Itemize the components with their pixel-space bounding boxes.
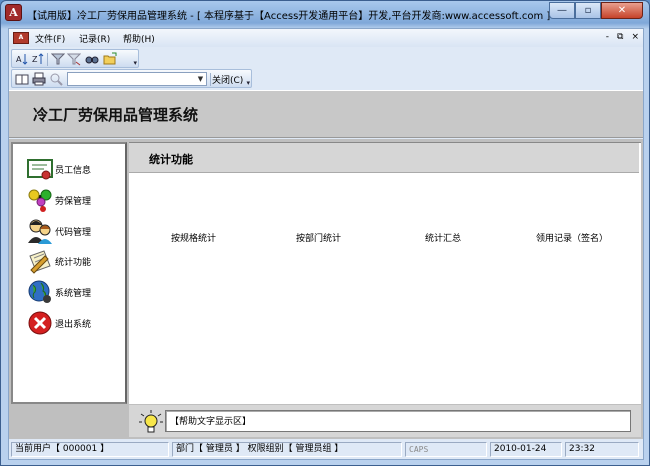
app-window: A 【试用版】冷工厂劳保用品管理系统 - [ 本程序基于【Access开发通用平…: [0, 0, 650, 466]
status-date: 2010-01-24: [490, 442, 562, 457]
nav-item-system-management[interactable]: 系统管理: [27, 279, 91, 305]
nav-panel: 员工信息 劳保管理 代码管理 统计功能 系统管理 退出系统: [11, 142, 127, 404]
section-title: 统计功能: [149, 153, 193, 166]
status-current-user: 当前用户【 000001 】: [11, 442, 169, 457]
mdi-close-button[interactable]: ×: [631, 32, 639, 42]
help-area: 【帮助文字显示区】: [129, 405, 641, 437]
header-band: 冷工厂劳保用品管理系统: [9, 90, 643, 138]
menu-file[interactable]: 文件(F): [35, 32, 65, 45]
toolbar-overflow-chevron-icon[interactable]: ▾: [133, 59, 137, 67]
stat-by-spec-button[interactable]: 按规格统计: [171, 231, 216, 244]
open-folder-icon[interactable]: [103, 52, 117, 66]
menu-help[interactable]: 帮助(H): [123, 32, 155, 45]
certificate-icon: [27, 156, 53, 182]
globe-icon: [27, 279, 53, 305]
form-view-icon[interactable]: [15, 72, 29, 86]
stat-summary-button[interactable]: 统计汇总: [425, 231, 461, 244]
toolbar-separator: [210, 73, 211, 86]
mdi-controls: - ⧉ ×: [606, 32, 639, 42]
sort-filter-toolbar: A Z ▾: [11, 49, 139, 68]
lightbulb-icon: [139, 410, 163, 434]
usage-record-signature-button[interactable]: 领用记录（签名）: [536, 231, 608, 244]
status-bar: 当前用户【 000001 】 部门【 管理员 】 权限组别【 管理员组 】 CA…: [9, 440, 643, 459]
chevron-down-icon[interactable]: ▼: [195, 73, 206, 85]
menu-records[interactable]: 记录(R): [79, 32, 110, 45]
object-combo-box[interactable]: ▼: [67, 72, 207, 86]
restore-button[interactable]: ▫: [575, 2, 601, 19]
help-text: 【帮助文字显示区】: [170, 417, 252, 427]
mdi-restore-button[interactable]: ⧉: [617, 32, 623, 42]
stat-by-department-button[interactable]: 按部门统计: [296, 231, 341, 244]
nav-label: 员工信息: [55, 165, 92, 176]
nav-label: 代码管理: [55, 227, 92, 238]
document-icon[interactable]: A: [13, 32, 29, 44]
print-icon[interactable]: [32, 72, 46, 86]
nav-item-employee-info[interactable]: 员工信息: [27, 156, 91, 182]
nav-label: 退出系统: [55, 319, 92, 330]
page-title: 冷工厂劳保用品管理系统: [33, 106, 199, 124]
window-title: 【试用版】冷工厂劳保用品管理系统 - [ 本程序基于【Access开发通用平台】…: [27, 11, 557, 22]
close-button[interactable]: ✕: [601, 2, 643, 19]
mdi-minimize-button[interactable]: -: [606, 32, 609, 42]
toolbar-separator: [47, 53, 48, 66]
filter-by-selection-icon[interactable]: [50, 52, 66, 66]
help-text-box: 【帮助文字显示区】: [165, 410, 631, 432]
minimize-button[interactable]: —: [549, 2, 575, 19]
nav-label: 系统管理: [55, 288, 92, 299]
nav-item-exit[interactable]: 退出系统: [27, 310, 91, 336]
status-caps-lock: CAPS: [405, 442, 487, 457]
find-icon[interactable]: [85, 52, 99, 66]
close-form-button[interactable]: 关闭(C): [212, 73, 243, 86]
svg-text:A: A: [16, 55, 22, 64]
nav-label: 劳保管理: [55, 196, 92, 207]
form-toolbar: ▼ 关闭(C) ▾: [11, 69, 252, 88]
menu-bar: A 文件(F) 记录(R) 帮助(H) - ⧉ ×: [9, 29, 643, 47]
sort-ascending-icon[interactable]: A: [15, 52, 29, 66]
nav-item-labor-protection[interactable]: 劳保管理: [27, 187, 91, 213]
status-time: 23:32: [565, 442, 639, 457]
nav-label: 统计功能: [55, 257, 92, 268]
title-bar[interactable]: A 【试用版】冷工厂劳保用品管理系统 - [ 本程序基于【Access开发通用平…: [1, 1, 649, 25]
main-panel: 统计功能 按规格统计 按部门统计 统计汇总 领用记录（签名）: [129, 142, 641, 404]
sort-descending-icon[interactable]: Z: [31, 52, 45, 66]
search-icon[interactable]: [49, 72, 63, 86]
section-header: 统计功能: [129, 143, 639, 173]
svg-text:Z: Z: [32, 55, 38, 64]
nav-item-statistics[interactable]: 统计功能: [27, 248, 91, 274]
client-area: A 文件(F) 记录(R) 帮助(H) - ⧉ × A Z ▾ ▼ 关闭(C) …: [8, 28, 644, 460]
toolbar-overflow-chevron-icon[interactable]: ▾: [246, 79, 250, 87]
notepad-pen-icon: [27, 248, 53, 274]
exit-icon: [27, 310, 53, 336]
window-controls: — ▫ ✕: [549, 2, 643, 19]
molecule-icon: [27, 187, 53, 213]
users-icon: [27, 218, 53, 244]
body-area: 员工信息 劳保管理 代码管理 统计功能 系统管理 退出系统 统计功能 按规格统计…: [9, 139, 643, 439]
access-app-icon[interactable]: A: [5, 4, 22, 21]
filter-by-form-icon[interactable]: [66, 52, 82, 66]
nav-item-code-management[interactable]: 代码管理: [27, 218, 91, 244]
status-department: 部门【 管理员 】 权限组别【 管理员组 】: [172, 442, 402, 457]
